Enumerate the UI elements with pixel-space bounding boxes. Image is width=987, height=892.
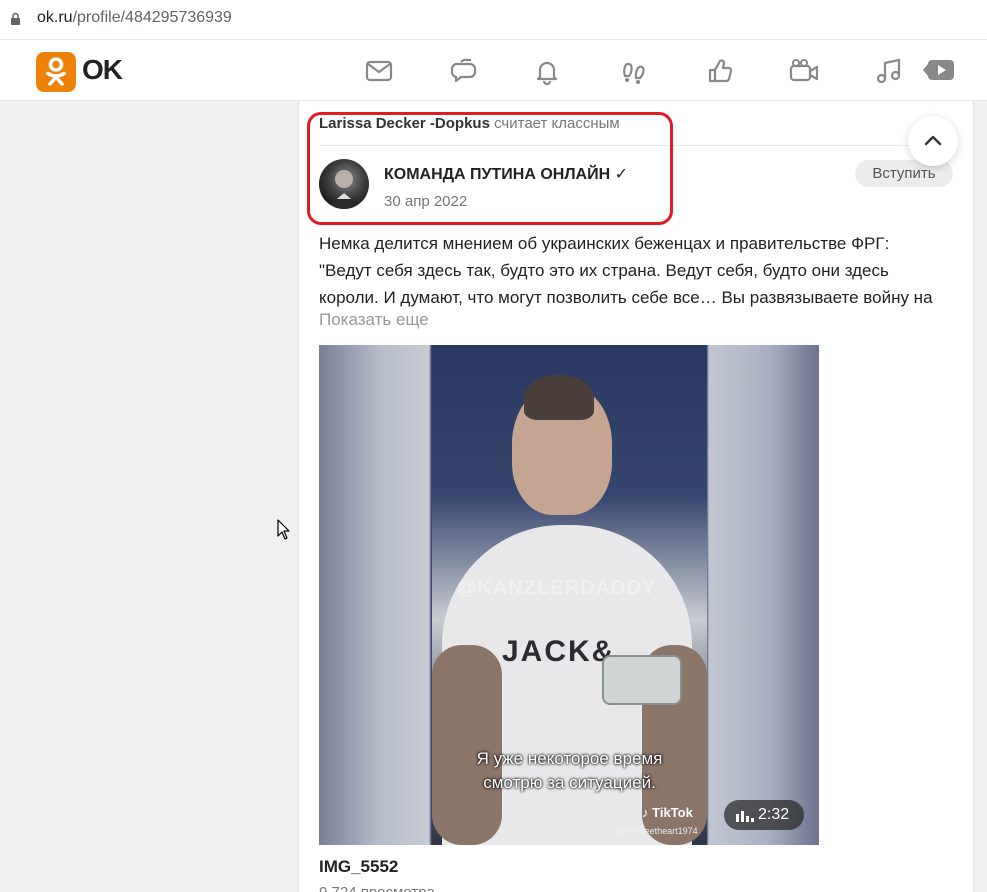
site-header: OK <box>0 40 987 101</box>
video-can <box>602 655 682 705</box>
music-icon[interactable] <box>872 54 906 88</box>
guests-icon[interactable] <box>617 54 651 88</box>
mail-icon[interactable] <box>362 54 396 88</box>
lock-icon <box>11 12 20 25</box>
post-text-line: "Ведут себя здесь так, будто это их стра… <box>319 261 889 280</box>
video-arm <box>432 645 502 845</box>
video-views: 9 724 просмотра <box>319 884 435 892</box>
url-path: /profile/484295736939 <box>72 9 232 26</box>
video-player[interactable]: JACK& @KANZLERDADDY Я уже некоторое врем… <box>319 345 819 845</box>
tiktok-label: TikTok <box>652 805 693 820</box>
play-icon[interactable] <box>922 54 956 88</box>
video-frame: JACK& @KANZLERDADDY Я уже некоторое врем… <box>432 345 707 845</box>
url-text[interactable]: ok.ru/profile/484295736939 <box>37 9 232 27</box>
chat-icon[interactable] <box>447 54 481 88</box>
post-text: Немка делится мнением об украинских беже… <box>319 230 959 311</box>
video-title[interactable]: IMG_5552 <box>319 857 398 877</box>
tiktok-username: @msweetheart1974 <box>617 826 698 836</box>
subtitle-line: Я уже некоторое время <box>476 749 663 768</box>
logo-text[interactable]: OK <box>82 54 123 86</box>
show-more-link[interactable]: Показать еще <box>319 310 429 330</box>
video-hair <box>524 375 594 420</box>
subtitle-line: смотрю за ситуацией. <box>483 773 656 792</box>
bell-icon[interactable] <box>530 54 564 88</box>
url-domain: ok.ru <box>37 9 73 26</box>
like-icon[interactable] <box>703 54 737 88</box>
post-text-line: Немка делится мнением об украинских беже… <box>319 234 890 253</box>
video-camera-icon[interactable] <box>787 54 821 88</box>
video-duration: 2:32 <box>758 806 790 823</box>
post-text-line: короли. И думают, что могут позволить се… <box>319 288 933 307</box>
video-duration-badge: 2:32 <box>724 800 804 830</box>
tiktok-logo: ♪ TikTok <box>642 805 693 820</box>
scroll-to-top-button[interactable] <box>908 116 958 166</box>
highlight-annotation <box>307 112 673 225</box>
chevron-up-icon <box>924 135 942 146</box>
ok-logo-icon[interactable] <box>36 52 76 92</box>
video-watermark: @KANZLERDADDY <box>457 577 657 599</box>
mouse-cursor-icon <box>277 519 290 540</box>
stats-bars-icon <box>736 811 754 822</box>
browser-address-bar[interactable]: ok.ru/profile/484295736939 <box>0 0 987 40</box>
feed-post-card: Larissa Decker -Dopkus считает классным … <box>298 101 974 892</box>
video-subtitle: Я уже некоторое время смотрю за ситуацие… <box>432 747 707 795</box>
